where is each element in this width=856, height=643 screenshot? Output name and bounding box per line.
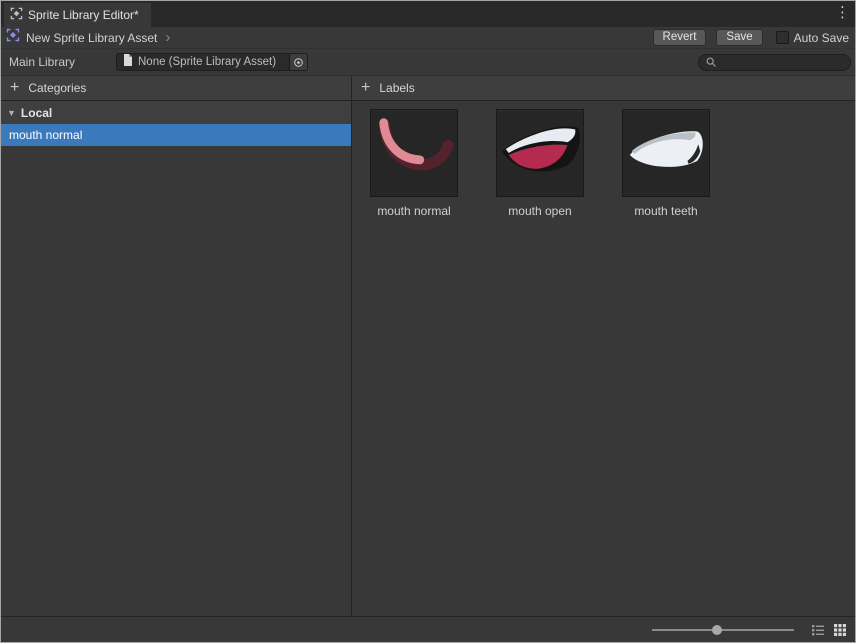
object-field-content: None (Sprite Library Asset) xyxy=(117,54,289,70)
window-menu-icon[interactable]: ⋮ xyxy=(835,4,850,22)
search-icon xyxy=(706,57,716,67)
asset-file-icon xyxy=(123,54,133,70)
save-button[interactable]: Save xyxy=(716,29,763,46)
list-view-icon xyxy=(811,624,824,635)
tab-bar: Sprite Library Editor* ⋮ xyxy=(1,1,855,27)
chevron-right-icon: › xyxy=(165,28,171,46)
sprite-library-editor-icon xyxy=(10,7,23,23)
object-picker-button[interactable] xyxy=(289,54,307,70)
label-item-mouth-normal[interactable]: mouth normal xyxy=(369,109,459,218)
search-input[interactable] xyxy=(721,56,843,68)
label-item-mouth-teeth[interactable]: mouth teeth xyxy=(621,109,711,218)
list-view-button[interactable] xyxy=(810,622,825,637)
object-field-value: None (Sprite Library Asset) xyxy=(138,56,277,68)
sprite-library-editor-window: Sprite Library Editor* ⋮ New Sprite Libr… xyxy=(0,0,856,643)
add-label-button[interactable]: + xyxy=(361,80,370,96)
foldout-arrow-icon[interactable]: ▼ xyxy=(7,108,16,118)
category-row-mouth-normal[interactable]: mouth normal xyxy=(1,124,351,146)
sprite-thumbnail-mouth-normal xyxy=(370,109,458,197)
add-category-button[interactable]: + xyxy=(10,80,19,96)
label-caption: mouth teeth xyxy=(634,204,698,218)
grid-view-icon xyxy=(833,623,846,636)
grid-view-button[interactable] xyxy=(832,622,847,637)
category-group-local[interactable]: ▼ Local xyxy=(1,101,351,124)
tab-title: Sprite Library Editor* xyxy=(28,8,139,22)
sprite-thumbnail-mouth-teeth xyxy=(622,109,710,197)
auto-save-checkbox[interactable] xyxy=(775,31,789,44)
slider-knob[interactable] xyxy=(711,624,722,635)
slider-track[interactable] xyxy=(652,628,794,631)
toolbar-actions: Revert Save Auto Save xyxy=(652,29,849,46)
label-item-mouth-open[interactable]: mouth open xyxy=(495,109,585,218)
sprite-thumbnail-mouth-open xyxy=(496,109,584,197)
categories-title: Categories xyxy=(28,81,87,95)
labels-pane: + Labels mouth normal mouth open mouth t… xyxy=(352,76,855,616)
revert-button[interactable]: Revert xyxy=(652,29,707,46)
category-group-label: Local xyxy=(20,105,53,120)
content-area: + Categories ▼ Local mouth normal + Labe… xyxy=(1,76,855,616)
auto-save-label: Auto Save xyxy=(793,30,849,45)
object-picker-icon xyxy=(294,57,303,67)
categories-header: + Categories xyxy=(1,76,351,101)
category-row-label: mouth normal xyxy=(9,128,83,142)
bottom-bar xyxy=(1,616,855,642)
tab-sprite-library-editor[interactable]: Sprite Library Editor* xyxy=(4,3,151,27)
library-toolbar: Main Library None (Sprite Library Asset) xyxy=(1,49,855,76)
label-caption: mouth open xyxy=(508,204,572,218)
main-library-object-field[interactable]: None (Sprite Library Asset) xyxy=(116,53,308,71)
labels-grid: mouth normal mouth open mouth teeth xyxy=(352,101,855,218)
breadcrumb-toolbar: New Sprite Library Asset › Revert Save A… xyxy=(1,27,855,49)
breadcrumb[interactable]: New Sprite Library Asset xyxy=(26,31,157,45)
labels-header: + Labels xyxy=(352,76,855,101)
sprite-library-asset-icon xyxy=(6,28,20,47)
label-caption: mouth normal xyxy=(377,204,451,218)
thumbnail-zoom-slider[interactable] xyxy=(652,623,794,637)
main-library-label: Main Library xyxy=(9,55,76,69)
labels-title: Labels xyxy=(379,81,415,95)
categories-pane: + Categories ▼ Local mouth normal xyxy=(1,76,351,616)
search-field[interactable] xyxy=(698,53,851,71)
